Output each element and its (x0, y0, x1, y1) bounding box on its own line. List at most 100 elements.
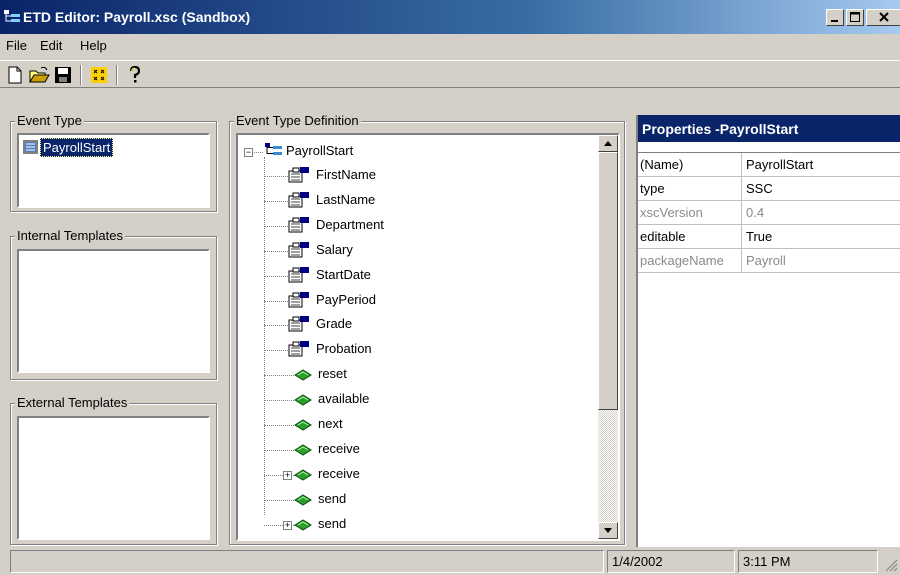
menu-file[interactable]: File (6, 38, 27, 53)
close-icon (878, 12, 889, 22)
tree-field-item[interactable]: Department (238, 213, 578, 237)
property-value[interactable]: SSC (746, 181, 773, 196)
status-bar: 1/4/2002 3:11 PM (0, 548, 900, 575)
tree-item-label: FirstName (316, 167, 376, 182)
toolbar (0, 60, 900, 88)
external-templates-group: External Templates (10, 395, 217, 545)
properties-panel: Properties -PayrollStart (Name) PayrollSt… (636, 115, 900, 547)
tree-method-item[interactable]: available (238, 387, 578, 411)
property-value[interactable]: True (746, 229, 772, 244)
tree-field-item[interactable]: StartDate (238, 263, 578, 287)
save-disk-icon (55, 67, 71, 83)
property-name: editable (640, 229, 686, 244)
property-name: type (640, 181, 665, 196)
scroll-up-button[interactable] (598, 135, 618, 152)
grid-button[interactable] (88, 64, 110, 86)
expand-toggle[interactable]: + (283, 470, 292, 480)
etd-editor-window: ETD Editor: Payroll.xsc (Sandbox) File E… (0, 0, 900, 575)
tree-root-label: PayrollStart (286, 143, 354, 158)
method-node-icon (294, 394, 312, 406)
arrow-up-icon (604, 141, 612, 146)
open-folder-icon (29, 66, 50, 83)
field-node-icon (288, 241, 309, 258)
property-value: 0.4 (746, 205, 765, 220)
tree-method-item[interactable]: reset (238, 362, 578, 386)
menu-edit[interactable]: Edit (40, 38, 62, 53)
property-row[interactable]: (Name) PayrollStart (638, 153, 900, 177)
field-node-icon (288, 191, 309, 208)
event-type-definition-label: Event Type Definition (234, 113, 361, 128)
scroll-down-button[interactable] (598, 522, 618, 539)
maximize-button[interactable] (846, 9, 864, 26)
internal-templates-list[interactable] (17, 249, 210, 373)
definition-tree[interactable]: − PayrollStart FirstName LastName Departme… (236, 133, 620, 541)
tree-field-item[interactable]: Grade (238, 312, 578, 336)
new-button[interactable] (4, 64, 26, 86)
event-type-group: Event Type PayrollStart (10, 113, 217, 212)
property-row[interactable]: xscVersion 0.4 (638, 201, 900, 225)
tree-item-label: LastName (316, 191, 376, 207)
tree-method-item[interactable]: + receive (238, 462, 578, 486)
tree-field-item[interactable]: FirstName (238, 163, 578, 187)
event-type-label: Event Type (15, 113, 84, 128)
maximize-icon (850, 12, 860, 22)
tree-item-label: Salary (316, 241, 353, 257)
property-value[interactable]: PayrollStart (746, 157, 813, 172)
tree-scrollbar[interactable] (598, 135, 618, 539)
tree-item-label: Probation (316, 341, 372, 357)
tree-field-item[interactable]: Probation (238, 337, 578, 361)
field-node-icon (288, 167, 309, 183)
method-node-icon (294, 494, 312, 506)
window-title: ETD Editor: Payroll.xsc (Sandbox) (23, 9, 251, 25)
collapse-toggle[interactable]: − (244, 148, 253, 157)
property-grid: (Name) PayrollStart type SSC xscVersion 0.4 ed… (638, 152, 900, 273)
help-button[interactable] (124, 64, 146, 86)
save-button[interactable] (52, 64, 74, 86)
event-type-list[interactable]: PayrollStart (17, 133, 210, 208)
tree-method-item[interactable]: receive (238, 437, 578, 461)
tree-item-label: PayPeriod (316, 291, 376, 307)
toolbar-separator (80, 65, 82, 85)
expand-toggle[interactable]: + (283, 520, 292, 530)
tree-item-label: send (318, 515, 347, 531)
external-templates-list[interactable] (17, 416, 210, 540)
external-templates-label: External Templates (15, 395, 130, 410)
close-button[interactable] (866, 9, 900, 26)
tree-method-item[interactable]: + send (238, 512, 578, 535)
method-node-icon (294, 444, 312, 456)
resize-grip-icon[interactable] (882, 556, 898, 572)
open-button[interactable] (28, 64, 50, 86)
tree-item-label: send (318, 490, 347, 506)
tree-item-label: receive (318, 465, 360, 481)
tree-root[interactable]: − PayrollStart (238, 139, 578, 163)
tree-item-label: Grade (316, 316, 353, 332)
minimize-icon (831, 20, 838, 22)
arrow-down-icon (604, 528, 612, 533)
scroll-thumb[interactable] (598, 152, 618, 410)
field-node-icon (288, 216, 309, 233)
title-bar[interactable]: ETD Editor: Payroll.xsc (Sandbox) (0, 0, 900, 34)
menu-help[interactable]: Help (80, 38, 107, 53)
root-node-icon (265, 143, 282, 155)
tree-method-item[interactable]: next (238, 412, 578, 436)
property-row[interactable]: type SSC (638, 177, 900, 201)
tree-field-item[interactable]: Salary (238, 238, 578, 262)
property-name: packageName (640, 253, 724, 268)
property-row[interactable]: packageName Payroll (638, 249, 900, 273)
event-type-definition-group: Event Type Definition − PayrollStart Fir… (229, 113, 625, 545)
property-row[interactable]: editable True (638, 225, 900, 249)
new-file-icon (8, 66, 22, 84)
tree-field-item[interactable]: LastName (238, 188, 578, 212)
event-type-item[interactable]: PayrollStart (40, 138, 114, 157)
tree-item-label: reset (318, 366, 347, 382)
field-node-icon (288, 341, 309, 357)
field-node-icon (288, 266, 309, 283)
tree-method-item[interactable]: send (238, 487, 578, 511)
tree-field-item[interactable]: PayPeriod (238, 288, 578, 312)
minimize-button[interactable] (826, 9, 844, 26)
tree-content: − PayrollStart FirstName LastName Departme… (238, 135, 596, 535)
status-time: 3:11 PM (738, 550, 878, 573)
status-date: 1/4/2002 (607, 550, 735, 573)
property-name: (Name) (640, 157, 684, 172)
tree-item-label: available (318, 391, 370, 407)
